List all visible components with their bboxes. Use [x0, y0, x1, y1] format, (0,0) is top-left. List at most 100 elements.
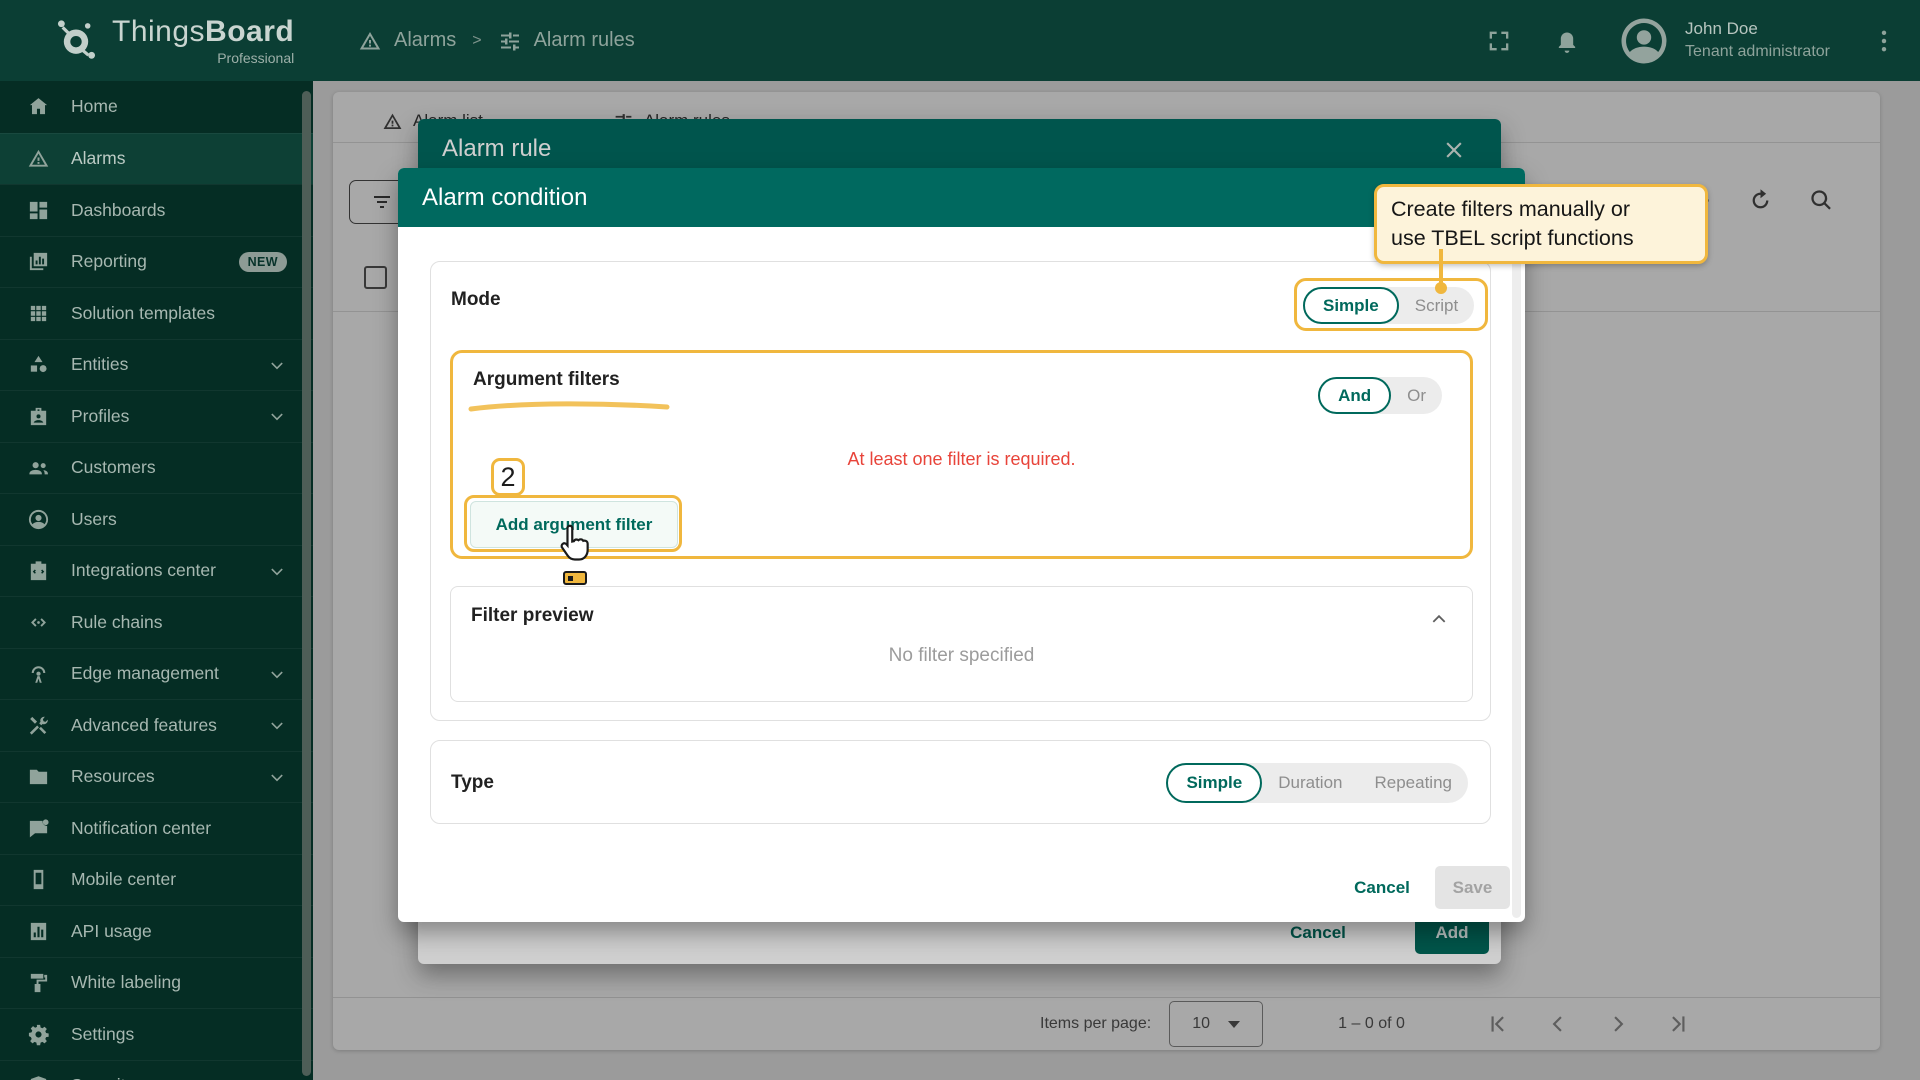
- app-root: ThingsBoard Professional Alarms > Alarm …: [0, 0, 1920, 1080]
- sidebar-item-label: Home: [71, 96, 118, 117]
- customers-icon: [27, 456, 50, 479]
- argument-filters-title: Argument filters: [473, 369, 620, 391]
- sidebar-item-solution-templates[interactable]: Solution templates: [0, 287, 313, 339]
- fullscreen-icon[interactable]: [1485, 27, 1513, 55]
- mode-option-simple[interactable]: Simple: [1303, 287, 1399, 324]
- new-badge: NEW: [239, 252, 287, 272]
- top-header: ThingsBoard Professional Alarms > Alarm …: [0, 0, 1920, 81]
- breadcrumb-separator: >: [472, 32, 481, 50]
- annotation-connector-dot: [1435, 282, 1447, 294]
- api-usage-icon: [27, 920, 50, 943]
- sidebar-item-label: White labeling: [71, 972, 181, 993]
- reporting-icon: [27, 250, 50, 273]
- rule-chains-icon: [27, 611, 50, 634]
- user-info[interactable]: John Doe Tenant administrator: [1685, 18, 1830, 63]
- sidebar-item-profiles[interactable]: Profiles: [0, 390, 313, 442]
- dialog-scrollbar[interactable]: [1512, 231, 1521, 918]
- annotation-connector-line: [1439, 249, 1443, 285]
- chevron-down-icon: [267, 355, 287, 375]
- kebab-menu-icon[interactable]: [1870, 27, 1898, 55]
- type-option-duration[interactable]: Duration: [1262, 763, 1358, 803]
- alarm-rules-icon: [498, 29, 522, 53]
- operator-option-or[interactable]: Or: [1391, 377, 1442, 414]
- save-button-disabled[interactable]: Save: [1435, 866, 1510, 909]
- breadcrumb: Alarms > Alarm rules: [358, 0, 635, 81]
- avatar[interactable]: [1617, 14, 1671, 68]
- mobile-phone-icon: [27, 868, 50, 891]
- users-icon: [27, 508, 50, 531]
- type-card: Type Simple Duration Repeating: [430, 740, 1491, 824]
- sidebar-item-label: Customers: [71, 457, 156, 478]
- sidebar-item-label: Reporting: [71, 251, 147, 272]
- sidebar-item-label: Advanced features: [71, 715, 217, 736]
- chevron-down-icon: [267, 767, 287, 787]
- gear-icon: [27, 1023, 50, 1046]
- annotation-underline: [465, 399, 675, 415]
- type-label: Type: [451, 772, 494, 794]
- sidebar-item-reporting[interactable]: Reporting NEW: [0, 236, 313, 288]
- sidebar-scrollbar[interactable]: [302, 91, 311, 1076]
- paint-roller-icon: [27, 971, 50, 994]
- integrations-icon: [27, 559, 50, 582]
- dashboards-icon: [27, 199, 50, 222]
- alarm-condition-dialog-header: Alarm condition: [398, 168, 1525, 227]
- sidebar-item-resources[interactable]: Resources: [0, 751, 313, 803]
- mode-toggle: Simple Script: [1303, 287, 1474, 324]
- chevron-down-icon: [267, 1076, 287, 1080]
- thingsboard-logo-icon: [50, 14, 102, 66]
- logo-subtitle: Professional: [112, 50, 294, 66]
- no-filter-text: No filter specified: [451, 645, 1472, 667]
- sidebar-item-entities[interactable]: Entities: [0, 339, 313, 391]
- notifications-bell-icon[interactable]: [1553, 27, 1581, 55]
- sidebar-item-integrations-center[interactable]: Integrations center: [0, 545, 313, 597]
- header-actions: John Doe Tenant administrator: [1485, 0, 1920, 81]
- annotation-tooltip: Create filters manually or use TBEL scri…: [1374, 184, 1708, 264]
- sidebar-item-label: Alarms: [71, 148, 125, 169]
- sidebar-item-customers[interactable]: Customers: [0, 442, 313, 494]
- chevron-down-icon: [267, 715, 287, 735]
- operator-toggle: And Or: [1318, 377, 1442, 414]
- operator-option-and[interactable]: And: [1318, 377, 1391, 414]
- sidebar-item-notification-center[interactable]: Notification center: [0, 802, 313, 854]
- sidebar-item-label: Users: [71, 509, 117, 530]
- thingsboard-logo[interactable]: ThingsBoard Professional: [50, 14, 294, 66]
- sidebar-item-label: Solution templates: [71, 303, 215, 324]
- sidebar-item-white-labeling[interactable]: White labeling: [0, 957, 313, 1009]
- sidebar-item-edge-management[interactable]: Edge management: [0, 648, 313, 700]
- sidebar-item-dashboards[interactable]: Dashboards: [0, 184, 313, 236]
- cancel-button[interactable]: Cancel: [1336, 866, 1428, 909]
- type-option-simple[interactable]: Simple: [1166, 763, 1262, 803]
- sidebar-item-alarms[interactable]: Alarms: [0, 133, 313, 185]
- sidebar-item-mobile-center[interactable]: Mobile center: [0, 854, 313, 906]
- home-icon: [27, 95, 50, 118]
- sidebar-item-home[interactable]: Home: [0, 81, 313, 133]
- sidebar-item-label: Integrations center: [71, 560, 216, 581]
- filter-required-error: At least one filter is required.: [453, 449, 1470, 470]
- sidebar-item-security[interactable]: Security: [0, 1060, 313, 1080]
- click-indicator: [563, 571, 587, 585]
- sidebar-item-settings[interactable]: Settings: [0, 1008, 313, 1060]
- tooltip-line: use TBEL script functions: [1391, 224, 1691, 253]
- sidebar-item-label: Entities: [71, 354, 128, 375]
- breadcrumb-alarms[interactable]: Alarms: [394, 29, 456, 52]
- chevron-down-icon: [267, 664, 287, 684]
- sidebar-item-advanced-features[interactable]: Advanced features: [0, 699, 313, 751]
- tooltip-line: Create filters manually or: [1391, 195, 1691, 224]
- notification-icon: [27, 817, 50, 840]
- breadcrumb-alarm-rules[interactable]: Alarm rules: [534, 29, 635, 52]
- logo-text: ThingsBoard Professional: [112, 15, 294, 66]
- cursor: [553, 521, 597, 565]
- cursor-pointer-icon: [553, 521, 597, 565]
- sidebar-item-users[interactable]: Users: [0, 493, 313, 545]
- logo-title: ThingsBoard: [112, 15, 294, 49]
- profiles-icon: [27, 405, 50, 428]
- sidebar-item-label: Settings: [71, 1024, 134, 1045]
- collapse-chevron-up-icon[interactable]: [1428, 607, 1450, 629]
- filter-preview-title: Filter preview: [471, 605, 594, 627]
- type-option-repeating[interactable]: Repeating: [1358, 763, 1468, 803]
- sidebar-item-api-usage[interactable]: API usage: [0, 905, 313, 957]
- type-toggle: Simple Duration Repeating: [1166, 763, 1468, 803]
- user-name: John Doe: [1685, 18, 1830, 41]
- sidebar-item-rule-chains[interactable]: Rule chains: [0, 596, 313, 648]
- annotation-step-number: 2: [491, 458, 525, 496]
